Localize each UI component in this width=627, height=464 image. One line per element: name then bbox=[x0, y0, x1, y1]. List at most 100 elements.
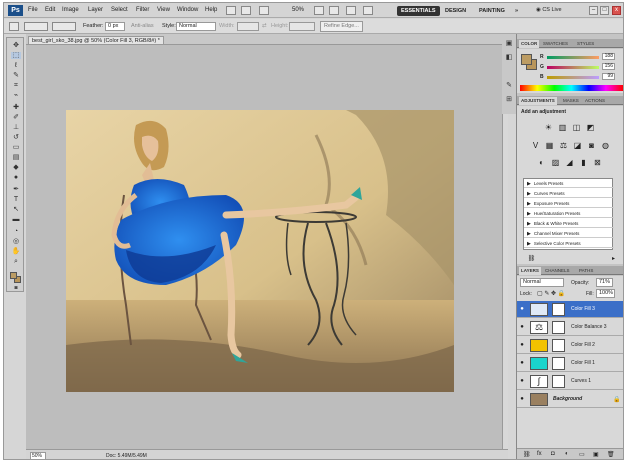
curves-icon[interactable]: ◫ bbox=[572, 124, 581, 132]
preset-item[interactable]: ▶ Selective Color Presets bbox=[524, 239, 614, 248]
3d-rotate-tool-icon[interactable]: ◔ bbox=[11, 228, 21, 235]
workspace-essentials[interactable]: ESSENTIALS bbox=[397, 6, 440, 16]
foreground-color-swatch[interactable] bbox=[10, 272, 17, 279]
g-slider[interactable] bbox=[547, 66, 599, 69]
pen-tool-icon[interactable]: ✒ bbox=[11, 186, 21, 193]
posterize-icon[interactable]: ▨ bbox=[551, 159, 560, 167]
visibility-eye-icon[interactable]: ● bbox=[519, 306, 525, 312]
exposure-icon[interactable]: ◩ bbox=[586, 124, 595, 132]
marquee-tool-icon[interactable]: ⬚ bbox=[11, 52, 21, 59]
layer-row[interactable]: ● Color Fill 2 bbox=[517, 337, 623, 354]
photo-filter-icon[interactable]: ◙ bbox=[587, 142, 596, 150]
info-panel-icon[interactable]: ◧ bbox=[504, 54, 514, 61]
trash-icon[interactable]: 🗑 bbox=[607, 451, 615, 458]
menu-image[interactable]: Image bbox=[62, 7, 79, 13]
crop-tool-icon[interactable]: ⌗ bbox=[11, 82, 21, 89]
marquee-tool-preset-icon[interactable] bbox=[9, 22, 19, 31]
layer-row[interactable]: ● ⚖ Color Balance 3 bbox=[517, 319, 623, 336]
workspace-painting[interactable]: PAINTING bbox=[475, 6, 509, 16]
minimize-button[interactable]: – bbox=[589, 6, 598, 15]
antialias-checkbox[interactable]: Anti-alias bbox=[131, 23, 154, 29]
layer-mask-thumbnail[interactable] bbox=[552, 321, 565, 334]
menu-filter[interactable]: Filter bbox=[136, 7, 149, 13]
opacity-input[interactable]: 71% bbox=[596, 278, 613, 287]
layer-name[interactable]: Color Fill 1 bbox=[571, 360, 595, 366]
tab-styles[interactable]: STYLES bbox=[575, 40, 596, 48]
layer-name[interactable]: Color Fill 2 bbox=[571, 342, 595, 348]
canvas-area[interactable] bbox=[26, 45, 502, 449]
visibility-eye-icon[interactable]: ● bbox=[519, 396, 525, 402]
tab-paths[interactable]: PATHS bbox=[577, 267, 595, 275]
menu-edit[interactable]: Edit bbox=[45, 7, 55, 13]
clone-stamp-tool-icon[interactable]: ⊥ bbox=[11, 124, 21, 131]
style-select[interactable]: Normal bbox=[176, 22, 216, 31]
dodge-tool-icon[interactable]: ● bbox=[11, 174, 21, 181]
brush-panel-icon[interactable]: ✎ bbox=[504, 82, 514, 89]
add-mask-icon[interactable]: ◘ bbox=[551, 451, 555, 457]
black-white-icon[interactable]: ◪ bbox=[573, 142, 582, 150]
screen-mode-icon[interactable] bbox=[363, 6, 373, 15]
hand-view-icon[interactable] bbox=[314, 6, 324, 15]
visibility-eye-icon[interactable]: ● bbox=[519, 342, 525, 348]
tab-actions[interactable]: ACTIONS bbox=[583, 97, 607, 105]
brightness-contrast-icon[interactable]: ☀ bbox=[544, 124, 553, 132]
invert-icon[interactable]: ◐ bbox=[537, 159, 546, 167]
clip-to-layer-icon[interactable]: ⛓ bbox=[527, 255, 536, 263]
channel-mixer-icon[interactable]: ◍ bbox=[601, 142, 610, 150]
layer-name[interactable]: Background bbox=[553, 396, 582, 402]
menu-select[interactable]: Select bbox=[111, 7, 128, 13]
minibridge-icon[interactable] bbox=[241, 6, 251, 15]
selection-mode-icons[interactable] bbox=[24, 22, 48, 31]
layer-mask-thumbnail[interactable] bbox=[552, 303, 565, 316]
3d-orbit-tool-icon[interactable]: ◎ bbox=[11, 238, 21, 245]
hue-saturation-icon[interactable]: ▦ bbox=[545, 142, 554, 150]
preset-item[interactable]: ▶ Exposure Presets bbox=[524, 199, 614, 208]
history-brush-tool-icon[interactable]: ↺ bbox=[11, 134, 21, 141]
layer-row[interactable]: ● ∫ Curves 1 bbox=[517, 373, 623, 390]
hand-tool-icon[interactable]: ✋ bbox=[11, 248, 21, 255]
swap-icon[interactable]: ⇄ bbox=[262, 23, 267, 29]
gradient-tool-icon[interactable]: ▤ bbox=[11, 154, 21, 161]
preset-item[interactable]: ▶ Levels Presets bbox=[524, 179, 614, 188]
close-button[interactable]: x bbox=[612, 6, 621, 15]
quick-select-tool-icon[interactable]: ✎ bbox=[11, 72, 21, 79]
document-tab[interactable]: best_girl_sko_38.jpg @ 50% (Color Fill 3… bbox=[28, 36, 164, 45]
new-layer-icon[interactable]: ▣ bbox=[593, 451, 599, 458]
brush-tool-icon[interactable]: ✐ bbox=[11, 114, 21, 121]
tab-channels[interactable]: CHANNELS bbox=[543, 267, 572, 275]
healing-brush-tool-icon[interactable]: ✚ bbox=[11, 104, 21, 111]
feather-input[interactable]: 0 px bbox=[105, 22, 125, 31]
zoom-level-menu[interactable]: 50% bbox=[292, 7, 304, 13]
visibility-eye-icon[interactable]: ● bbox=[519, 324, 525, 330]
panel-arrow-icon[interactable]: ▸ bbox=[609, 255, 618, 263]
b-value[interactable]: 99 bbox=[602, 73, 615, 80]
selection-ops-icons[interactable] bbox=[52, 22, 76, 31]
workspace-more[interactable]: » bbox=[511, 6, 522, 16]
height-input[interactable] bbox=[289, 22, 315, 31]
layer-mask-thumbnail[interactable] bbox=[552, 357, 565, 370]
visibility-eye-icon[interactable]: ● bbox=[519, 378, 525, 384]
tab-layers[interactable]: LAYERS bbox=[519, 267, 541, 275]
cs-live-menu[interactable]: ◉ CS Live bbox=[536, 7, 562, 13]
layer-row[interactable]: ● Color Fill 1 bbox=[517, 355, 623, 372]
bridge-icon[interactable] bbox=[226, 6, 236, 15]
tab-masks[interactable]: MASKS bbox=[561, 97, 581, 105]
preset-item[interactable]: ▶ Curves Presets bbox=[524, 189, 614, 198]
fill-input[interactable]: 100% bbox=[596, 289, 615, 298]
link-layers-icon[interactable]: ⛓ bbox=[523, 451, 531, 458]
b-slider[interactable] bbox=[547, 76, 599, 79]
selective-color-icon[interactable]: ⊠ bbox=[593, 159, 602, 167]
lock-icons[interactable]: ▢ ✎ ✥ 🔒 bbox=[537, 290, 565, 297]
clone-source-panel-icon[interactable]: ⊞ bbox=[504, 96, 514, 103]
layer-name[interactable]: Color Balance 3 bbox=[571, 324, 607, 330]
shape-tool-icon[interactable]: ▬ bbox=[11, 216, 21, 223]
color-spectrum[interactable] bbox=[520, 85, 623, 91]
fx-icon[interactable]: fx bbox=[537, 451, 542, 457]
preset-item[interactable]: ▶ Hue/Saturation Presets bbox=[524, 209, 614, 218]
new-group-icon[interactable]: ▭ bbox=[579, 451, 585, 458]
vibrance-icon[interactable]: V bbox=[531, 142, 540, 150]
r-value[interactable]: 188 bbox=[602, 53, 615, 60]
threshold-icon[interactable]: ◢ bbox=[565, 159, 574, 167]
path-select-tool-icon[interactable]: ↖ bbox=[11, 206, 21, 213]
layer-row[interactable]: ● Background 🔒 bbox=[517, 391, 623, 408]
